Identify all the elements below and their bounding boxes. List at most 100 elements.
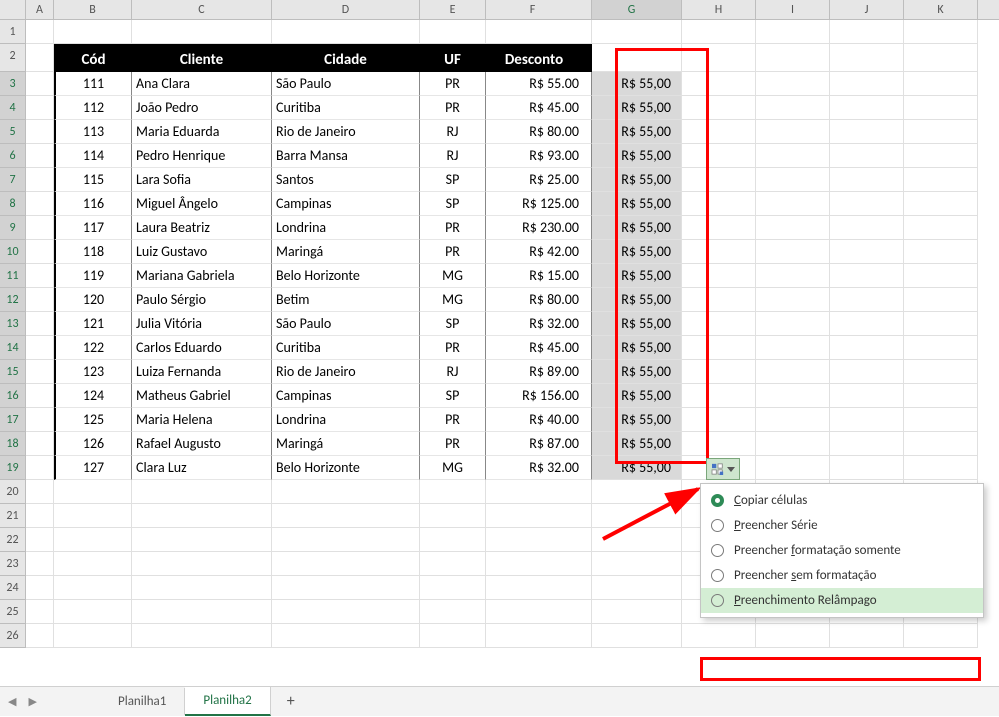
cell-17-J[interactable]: [830, 408, 904, 432]
row-header-22[interactable]: 22: [0, 528, 26, 552]
cell-cliente-6[interactable]: Pedro Henrique: [132, 144, 272, 168]
cell-desconto-13[interactable]: R$ 32.00: [486, 312, 592, 336]
row-header-18[interactable]: 18: [0, 432, 26, 456]
cell-cliente-16[interactable]: Matheus Gabriel: [132, 384, 272, 408]
cell-2-K[interactable]: [904, 44, 978, 72]
cell-5-I[interactable]: [756, 120, 830, 144]
cell-g-3[interactable]: R$ 55,00: [592, 72, 682, 96]
cell-6-H[interactable]: [682, 144, 756, 168]
row-header-3[interactable]: 3: [0, 72, 26, 96]
cell-cliente-11[interactable]: Mariana Gabriela: [132, 264, 272, 288]
cell-3-H[interactable]: [682, 72, 756, 96]
row-header-2[interactable]: 2: [0, 44, 26, 72]
row-header-20[interactable]: 20: [0, 480, 26, 504]
cell-17-A[interactable]: [26, 408, 54, 432]
cell-26-K[interactable]: [904, 624, 978, 648]
cell-6-I[interactable]: [756, 144, 830, 168]
col-header-I[interactable]: I: [756, 0, 830, 19]
cell-22-F[interactable]: [486, 528, 592, 552]
row-header-11[interactable]: 11: [0, 264, 26, 288]
cell-uf-9[interactable]: PR: [420, 216, 486, 240]
cell-desconto-17[interactable]: R$ 40.00: [486, 408, 592, 432]
cell-uf-4[interactable]: PR: [420, 96, 486, 120]
cell-10-J[interactable]: [830, 240, 904, 264]
cell-25-D[interactable]: [272, 600, 420, 624]
cell-11-H[interactable]: [682, 264, 756, 288]
cell-cod-8[interactable]: 116: [54, 192, 132, 216]
add-sheet-button[interactable]: +: [271, 686, 311, 717]
cell-16-K[interactable]: [904, 384, 978, 408]
cell-12-K[interactable]: [904, 288, 978, 312]
cell-uf-10[interactable]: PR: [420, 240, 486, 264]
cell-cidade-12[interactable]: Betim: [272, 288, 420, 312]
cell-1-C[interactable]: [132, 20, 272, 44]
cell-cod-7[interactable]: 115: [54, 168, 132, 192]
cell-21-E[interactable]: [420, 504, 486, 528]
cell-1-J[interactable]: [830, 20, 904, 44]
cell-g-17[interactable]: R$ 55,00: [592, 408, 682, 432]
cell-20-F[interactable]: [486, 480, 592, 504]
cell-16-J[interactable]: [830, 384, 904, 408]
cell-uf-15[interactable]: RJ: [420, 360, 486, 384]
cell-g-7[interactable]: R$ 55,00: [592, 168, 682, 192]
cell-cidade-19[interactable]: Belo Horizonte: [272, 456, 420, 480]
cell-26-D[interactable]: [272, 624, 420, 648]
cell-desconto-16[interactable]: R$ 156.00: [486, 384, 592, 408]
cell-19-A[interactable]: [26, 456, 54, 480]
cell-23-G[interactable]: [592, 552, 682, 576]
sheet-tab-1[interactable]: Planilha1: [100, 688, 185, 715]
cell-cod-9[interactable]: 117: [54, 216, 132, 240]
cell-9-J[interactable]: [830, 216, 904, 240]
cell-5-A[interactable]: [26, 120, 54, 144]
cell-5-K[interactable]: [904, 120, 978, 144]
autofill-options-button[interactable]: [706, 458, 740, 480]
cell-cidade-8[interactable]: Campinas: [272, 192, 420, 216]
cell-uf-8[interactable]: SP: [420, 192, 486, 216]
cell-desconto-7[interactable]: R$ 25.00: [486, 168, 592, 192]
cell-cod-18[interactable]: 126: [54, 432, 132, 456]
cell-11-I[interactable]: [756, 264, 830, 288]
cell-12-H[interactable]: [682, 288, 756, 312]
cell-26-F[interactable]: [486, 624, 592, 648]
cell-g-8[interactable]: R$ 55,00: [592, 192, 682, 216]
cell-uf-18[interactable]: PR: [420, 432, 486, 456]
cell-26-H[interactable]: [682, 624, 756, 648]
cell-uf-14[interactable]: PR: [420, 336, 486, 360]
cell-21-F[interactable]: [486, 504, 592, 528]
cell-cidade-13[interactable]: São Paulo: [272, 312, 420, 336]
cell-desconto-11[interactable]: R$ 15.00: [486, 264, 592, 288]
cell-16-I[interactable]: [756, 384, 830, 408]
cell-4-K[interactable]: [904, 96, 978, 120]
cell-uf-16[interactable]: SP: [420, 384, 486, 408]
cell-g-14[interactable]: R$ 55,00: [592, 336, 682, 360]
cell-cod-3[interactable]: 111: [54, 72, 132, 96]
cell-20-E[interactable]: [420, 480, 486, 504]
cell-cidade-10[interactable]: Maringá: [272, 240, 420, 264]
cell-cidade-17[interactable]: Londrina: [272, 408, 420, 432]
cell-21-C[interactable]: [132, 504, 272, 528]
cell-cod-15[interactable]: 123: [54, 360, 132, 384]
cell-22-D[interactable]: [272, 528, 420, 552]
cell-2-J[interactable]: [830, 44, 904, 72]
cell-cliente-9[interactable]: Laura Beatriz: [132, 216, 272, 240]
cell-cliente-18[interactable]: Rafael Augusto: [132, 432, 272, 456]
cell-10-K[interactable]: [904, 240, 978, 264]
cell-11-J[interactable]: [830, 264, 904, 288]
cell-22-B[interactable]: [54, 528, 132, 552]
cell-3-I[interactable]: [756, 72, 830, 96]
row-header-5[interactable]: 5: [0, 120, 26, 144]
cell-13-H[interactable]: [682, 312, 756, 336]
cell-3-A[interactable]: [26, 72, 54, 96]
cell-cliente-8[interactable]: Miguel Ângelo: [132, 192, 272, 216]
cell-8-H[interactable]: [682, 192, 756, 216]
cell-23-E[interactable]: [420, 552, 486, 576]
cell-22-A[interactable]: [26, 528, 54, 552]
cell-7-J[interactable]: [830, 168, 904, 192]
row-header-13[interactable]: 13: [0, 312, 26, 336]
row-header-16[interactable]: 16: [0, 384, 26, 408]
row-header-7[interactable]: 7: [0, 168, 26, 192]
col-header-C[interactable]: C: [132, 0, 272, 19]
cell-1-D[interactable]: [272, 20, 420, 44]
cell-3-K[interactable]: [904, 72, 978, 96]
cell-cod-16[interactable]: 124: [54, 384, 132, 408]
